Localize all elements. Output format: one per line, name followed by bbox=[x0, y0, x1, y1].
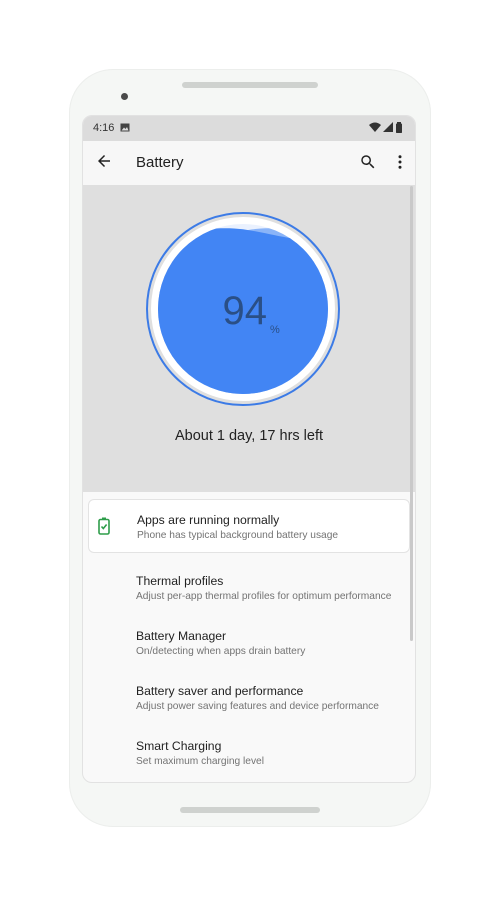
list-item-title: Apps are running normally bbox=[137, 513, 280, 527]
page-title: Battery bbox=[136, 154, 184, 171]
list-item-status-card[interactable]: Apps are running normally Phone has typi… bbox=[88, 499, 410, 553]
bottom-speaker bbox=[180, 807, 320, 813]
screen: 4:16 Battery 94 % About 1 day, 17 hrs le… bbox=[82, 115, 416, 783]
front-camera bbox=[121, 93, 128, 100]
list-item-subtitle: Phone has typical background battery usa… bbox=[137, 530, 339, 541]
status-icons bbox=[369, 122, 405, 136]
back-arrow-icon[interactable] bbox=[95, 152, 113, 175]
list-item-title: Thermal profiles bbox=[136, 574, 224, 588]
signal-icon bbox=[383, 122, 393, 132]
search-icon[interactable] bbox=[359, 153, 377, 176]
list-item-title: Battery Manager bbox=[136, 629, 227, 643]
list-item-thermal-profiles[interactable]: Thermal profiles Adjust per-app thermal … bbox=[83, 558, 415, 613]
battery-level-value: 94 bbox=[223, 289, 268, 333]
app-bar: Battery bbox=[83, 141, 415, 185]
list-item-subtitle: Adjust power saving features and device … bbox=[136, 701, 379, 712]
more-options-icon[interactable] bbox=[391, 153, 409, 176]
list-item-battery-saver[interactable]: Battery saver and performance Adjust pow… bbox=[83, 668, 415, 723]
list-item-subtitle: On/detecting when apps drain battery bbox=[136, 646, 306, 657]
battery-ok-icon bbox=[98, 517, 110, 540]
list-item-subtitle: Adjust per-app thermal profiles for opti… bbox=[136, 591, 392, 602]
time-remaining: About 1 day, 17 hrs left bbox=[174, 428, 324, 444]
battery-gauge: 94 % bbox=[146, 212, 340, 406]
list-item-smart-charging[interactable]: Smart Charging Set maximum charging leve… bbox=[83, 723, 415, 778]
scrollbar[interactable] bbox=[410, 186, 413, 641]
list-item-battery-manager[interactable]: Battery Manager On/detecting when apps d… bbox=[83, 613, 415, 668]
list-item-title: Smart Charging bbox=[136, 739, 222, 753]
list-item-title: Battery saver and performance bbox=[136, 684, 304, 698]
battery-percent-symbol: % bbox=[270, 324, 280, 336]
image-notification-icon bbox=[120, 123, 130, 135]
battery-status-icon bbox=[396, 122, 402, 133]
battery-header: 94 % About 1 day, 17 hrs left bbox=[83, 185, 415, 492]
wifi-icon bbox=[369, 122, 381, 132]
status-time: 4:16 bbox=[93, 122, 115, 134]
earpiece-speaker bbox=[182, 82, 318, 88]
status-bar: 4:16 bbox=[83, 116, 415, 141]
list-item-subtitle: Set maximum charging level bbox=[136, 756, 264, 767]
